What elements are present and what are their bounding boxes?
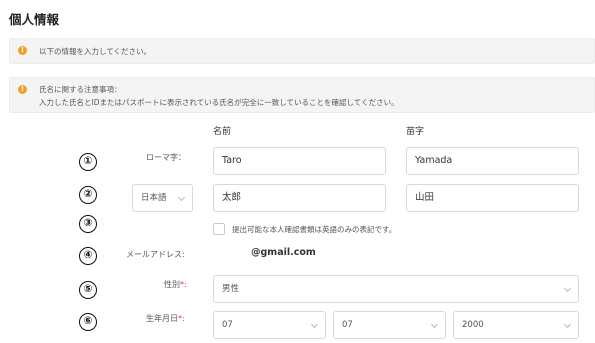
gender-select-value: 男性 <box>222 284 240 294</box>
gender-label: 性別*: <box>164 279 187 290</box>
english-only-label: 提出可能な本人確認書類は英語のみの表記です。 <box>232 225 397 234</box>
name-notice: ! 氏名に関する注意事項： 入力した氏名とIDまたはパスポートに表示されている氏… <box>9 77 595 113</box>
gender-label-text: 性別 <box>164 280 180 289</box>
page-title: 個人情報 <box>9 12 60 27</box>
birth-day-value: 07 <box>342 320 353 330</box>
chevron-down-icon <box>430 320 439 329</box>
email-value: @gmail.com <box>251 247 316 258</box>
romaji-given-name-input[interactable]: Taro <box>213 147 386 175</box>
chevron-down-icon <box>563 284 572 293</box>
info-icon: ! <box>18 46 27 55</box>
gender-select[interactable]: 男性 <box>213 275 579 303</box>
language-select-value: 日本語 <box>141 193 167 203</box>
native-family-name-input[interactable]: 山田 <box>406 184 579 212</box>
chevron-down-icon <box>310 320 319 329</box>
chevron-down-icon <box>177 193 186 202</box>
birth-month-select[interactable]: 07 <box>213 311 326 339</box>
birth-year-select[interactable]: 2000 <box>453 311 579 339</box>
marker-6: ⑥ <box>79 313 97 331</box>
birthdate-label: 生年月日*: <box>146 313 185 324</box>
email-label: メールアドレス: <box>126 250 185 259</box>
required-mark: *: <box>180 280 187 289</box>
birth-day-select[interactable]: 07 <box>333 311 446 339</box>
marker-1: ① <box>79 153 97 171</box>
romaji-label: ローマ字： <box>146 153 186 162</box>
birthdate-label-text: 生年月日 <box>146 314 178 323</box>
language-select[interactable]: 日本語 <box>132 184 193 212</box>
birth-year-value: 2000 <box>462 320 484 330</box>
family-name-column-header: 苗字 <box>406 127 425 137</box>
info-notice: ! 以下の情報を入力してください。 <box>9 38 595 64</box>
birth-month-value: 07 <box>222 320 233 330</box>
chevron-down-icon <box>563 320 572 329</box>
marker-2: ② <box>79 186 97 204</box>
marker-4: ④ <box>79 247 97 265</box>
marker-3: ③ <box>79 215 97 233</box>
info-notice-text: 以下の情報を入力してください。 <box>39 47 152 56</box>
given-name-column-header: 名前 <box>213 127 232 137</box>
name-notice-text: 入力した氏名とIDまたはパスポートに表示されている氏名が完全に一致していることを… <box>39 98 399 107</box>
english-only-checkbox[interactable] <box>213 223 225 235</box>
romaji-family-name-input[interactable]: Yamada <box>406 147 579 175</box>
info-icon: ! <box>18 85 27 94</box>
name-notice-heading: 氏名に関する注意事項： <box>39 85 122 94</box>
native-given-name-input[interactable]: 太郎 <box>213 184 386 212</box>
required-mark: *: <box>178 314 185 323</box>
marker-5: ⑤ <box>79 281 97 299</box>
